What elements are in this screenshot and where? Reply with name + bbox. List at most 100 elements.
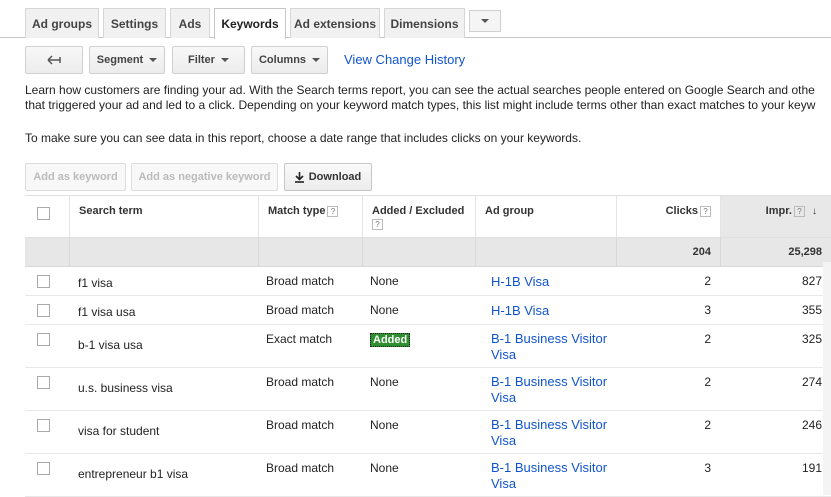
ad-group-link[interactable]: H-1B Visa: [491, 274, 549, 289]
tab-dimensions[interactable]: Dimensions: [384, 8, 465, 38]
search-term-cell: visa for student: [78, 411, 258, 453]
added-excluded-value: None: [370, 375, 399, 389]
header-added-excluded[interactable]: Added / Excluded?: [362, 196, 475, 237]
view-change-history-link[interactable]: View Change History: [344, 52, 465, 67]
impressions-value: 191: [801, 461, 822, 475]
download-label: Download: [308, 171, 362, 183]
date-range-note: To make sure you can see data in this re…: [25, 131, 582, 145]
row-checkbox[interactable]: [37, 462, 50, 475]
ad-group-link-line2: Visa: [491, 347, 517, 362]
ad-group-link[interactable]: B-1 Business Visitor Visa: [491, 417, 607, 448]
clicks-value: 2: [704, 375, 711, 389]
filter-button[interactable]: Filter: [172, 46, 245, 74]
table-row: entrepreneur b1 visa Broad match None B-1 B…: [25, 454, 831, 497]
impressions-cell: 191: [720, 454, 831, 496]
tab-keywords[interactable]: Keywords: [214, 8, 286, 39]
search-term-cell: f1 visa: [78, 267, 258, 295]
ad-group-link[interactable]: B-1 Business Visitor Visa: [491, 374, 607, 405]
header-impressions[interactable]: Impr.? ↓: [720, 196, 831, 237]
match-type-cell: Broad match: [266, 296, 362, 324]
row-checkbox[interactable]: [37, 304, 50, 317]
header-match-type-label: Match type: [268, 205, 326, 217]
table-row: u.s. business visa Broad match None B-1 Bus…: [25, 368, 831, 411]
clicks-cell: 3: [616, 296, 720, 324]
header-search-term[interactable]: Search term: [69, 196, 258, 237]
segment-label: Segment: [96, 54, 144, 66]
match-type-cell: Broad match: [266, 267, 362, 295]
ad-group-link-line1: B-1 Business Visitor: [491, 374, 608, 389]
table-body: f1 visa Broad match None H-1B Visa 2 827 f1 vi…: [25, 267, 831, 497]
row-checkbox[interactable]: [37, 275, 50, 288]
columns-button[interactable]: Columns: [251, 46, 328, 74]
ad-group-link[interactable]: B-1 Business Visitor Visa: [491, 460, 607, 491]
row-checkbox[interactable]: [37, 333, 50, 346]
match-type: Exact match: [266, 332, 333, 346]
ad-group-link-line1: H-1B Visa: [491, 303, 550, 318]
added-excluded-value: None: [370, 461, 399, 475]
tab-settings[interactable]: Settings: [103, 8, 166, 38]
match-type: Broad match: [266, 274, 335, 288]
header-clicks[interactable]: Clicks?: [616, 196, 720, 237]
impressions-cell: 246: [720, 411, 831, 453]
clicks-cell: 3: [616, 454, 720, 496]
impressions-value: 274: [801, 375, 822, 389]
impressions-cell: 355: [720, 296, 831, 324]
added-excluded-cell: None: [370, 296, 475, 324]
totals-blank: [362, 238, 475, 266]
scrollbar[interactable]: [823, 262, 831, 495]
match-type: Broad match: [266, 375, 335, 389]
totals-blank: [258, 238, 362, 266]
row-checkbox[interactable]: [37, 376, 50, 389]
impressions-value: 246: [801, 418, 822, 432]
more-tabs-button[interactable]: [469, 10, 501, 32]
ad-group-link-line2: Visa: [491, 390, 517, 405]
search-term: entrepreneur b1 visa: [78, 467, 189, 481]
totals-blank: [475, 238, 616, 266]
totals-blank: [69, 238, 258, 266]
ad-group-link[interactable]: B-1 Business Visitor Visa: [491, 331, 607, 362]
search-term-cell: u.s. business visa: [78, 368, 258, 410]
ad-group-link-line2: Visa: [491, 476, 517, 491]
table-header: Search term Match type? Added / Excluded…: [25, 195, 831, 238]
header-added-excluded-label: Added / Excluded: [372, 205, 465, 217]
help-icon[interactable]: ?: [372, 219, 383, 230]
ad-group-cell: B-1 Business Visitor Visa: [491, 454, 616, 496]
header-select-cell: [25, 196, 69, 237]
header-ad-group-label: Ad group: [485, 205, 534, 217]
ad-group-link-line2: Visa: [491, 433, 517, 448]
added-excluded-value: None: [370, 303, 399, 317]
tab-ad-groups[interactable]: Ad groups: [25, 8, 99, 38]
tab-ads[interactable]: Ads: [170, 8, 210, 38]
impressions-cell: 827: [720, 267, 831, 295]
tab-bar: Ad groups Settings Ads Keywords Ad exten…: [0, 0, 831, 39]
select-all-checkbox[interactable]: [37, 207, 50, 220]
add-as-keyword-button[interactable]: Add as keyword: [25, 163, 126, 191]
add-as-negative-keyword-button[interactable]: Add as negative keyword: [131, 163, 278, 191]
download-icon: [294, 171, 304, 183]
match-type: Broad match: [266, 461, 335, 475]
ad-group-link-line1: H-1B Visa: [491, 274, 550, 289]
help-icon[interactable]: ?: [327, 205, 339, 217]
ad-group-cell: B-1 Business Visitor Visa: [491, 411, 616, 453]
table-row: f1 visa Broad match None H-1B Visa 2 827: [25, 267, 831, 296]
back-button[interactable]: [25, 46, 83, 74]
tab-ad-extensions[interactable]: Ad extensions: [290, 8, 380, 38]
row-checkbox[interactable]: [37, 419, 50, 432]
search-term-cell: f1 visa usa: [78, 296, 258, 324]
table-row: visa for student Broad match None B-1 Busin…: [25, 411, 831, 454]
clicks-cell: 2: [616, 325, 720, 367]
segment-button[interactable]: Segment: [89, 46, 165, 74]
download-button[interactable]: Download: [284, 163, 372, 191]
header-ad-group[interactable]: Ad group: [475, 196, 616, 237]
added-excluded-cell: None: [370, 411, 475, 453]
search-term-cell: entrepreneur b1 visa: [78, 454, 258, 496]
intro-line-1: Learn how customers are finding your ad.…: [25, 83, 815, 97]
added-excluded-value: None: [370, 418, 399, 432]
impressions-value: 827: [801, 274, 822, 288]
help-icon[interactable]: ?: [700, 205, 711, 217]
ad-group-link[interactable]: H-1B Visa: [491, 303, 549, 318]
chevron-down-icon: [481, 19, 489, 23]
help-icon[interactable]: ?: [793, 205, 805, 217]
match-type-cell: Broad match: [266, 411, 362, 453]
header-match-type[interactable]: Match type?: [258, 196, 362, 237]
